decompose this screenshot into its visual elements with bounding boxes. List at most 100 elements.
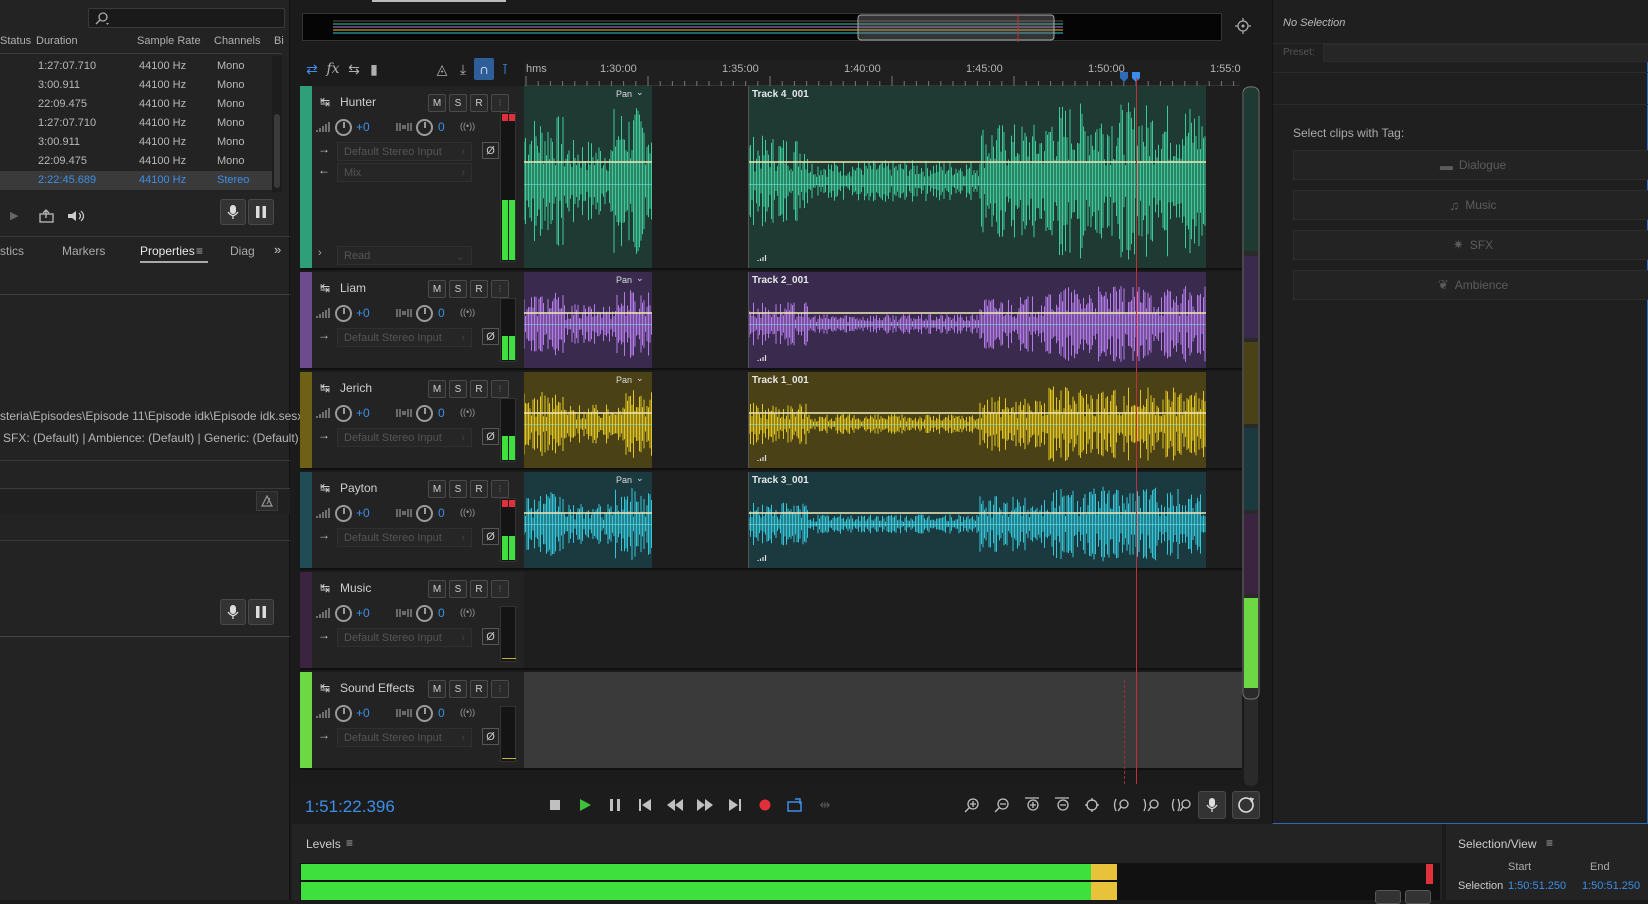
pan-envelope[interactable] — [749, 184, 1206, 185]
loop-playback-button[interactable] — [783, 795, 807, 815]
input-select[interactable]: Default Stereo Input › — [337, 328, 472, 347]
playhead-snap-icon[interactable]: ⊺ — [495, 58, 515, 80]
automation-mode-select[interactable]: Read ⌄ — [337, 246, 472, 265]
punch-loop-button[interactable] — [1232, 791, 1260, 819]
record-arm-button[interactable]: R — [470, 480, 488, 498]
zoom-in-amplitude-button[interactable] — [960, 795, 984, 815]
pause-button-2[interactable] — [248, 599, 274, 625]
tab-markers[interactable]: Markers — [62, 244, 105, 258]
track-name[interactable]: Music — [340, 581, 371, 595]
tab-statistics[interactable]: stics — [0, 244, 24, 258]
input-monitor-button[interactable]: ⁝ — [491, 94, 509, 112]
col-sample-rate[interactable]: Sample Rate — [137, 35, 201, 51]
zoom-in-time-button[interactable] — [1020, 795, 1044, 815]
pan-envelope[interactable] — [749, 324, 1206, 325]
pan-envelope[interactable] — [749, 524, 1206, 525]
zoom-out-point-button[interactable] — [1140, 795, 1164, 815]
volume-knob[interactable] — [335, 405, 352, 422]
track-header[interactable]: ↹ Music M S R ⁝ +0 0 ((•)) → Default Ste… — [300, 572, 524, 668]
mute-button[interactable]: M — [428, 480, 446, 498]
file-row[interactable]: 3:00.911 44100 Hz Mono — [0, 76, 272, 95]
volume-envelope[interactable] — [524, 412, 652, 414]
zoom-selection-button[interactable] — [1170, 795, 1194, 815]
input-monitor-button[interactable]: ⁝ — [491, 480, 509, 498]
audio-clip[interactable]: Track 1_001 — [748, 372, 1206, 468]
pan-value[interactable]: 0 — [438, 406, 445, 420]
pan-envelope[interactable] — [524, 184, 652, 185]
solo-button[interactable]: S — [449, 680, 467, 698]
record-arm-button[interactable]: R — [470, 280, 488, 298]
stereo-width-icon[interactable]: ((•)) — [460, 607, 475, 617]
play-file-icon[interactable]: ▶ — [10, 209, 18, 222]
levels-loop-button[interactable] — [1405, 890, 1431, 904]
track-lane[interactable]: Pan ⌄ Track 3_001 — [524, 472, 1242, 568]
preset-dropdown[interactable] — [1323, 44, 1648, 62]
pan-knob[interactable] — [416, 405, 433, 422]
audio-clip[interactable]: Pan ⌄ — [524, 86, 652, 268]
track-lane[interactable]: Pan ⌄ Track 2_001 — [524, 272, 1242, 368]
track-header[interactable]: ↹ Payton M S R ⁝ +0 0 ((•)) → Default St… — [300, 472, 524, 568]
solo-button[interactable]: S — [449, 580, 467, 598]
timeline-ruler[interactable]: hms 1:30:00 1:35:00 1:40:00 1:45:00 1:50… — [524, 60, 1241, 86]
more-tabs-icon[interactable]: » — [274, 242, 281, 257]
track-name[interactable]: Payton — [340, 481, 377, 495]
pan-envelope[interactable] — [749, 424, 1206, 425]
col-duration[interactable]: Duration — [36, 35, 78, 51]
input-select[interactable]: Default Stereo Input › — [337, 728, 472, 747]
current-time-display[interactable]: 1:51:22.396 — [305, 797, 395, 817]
track-lane[interactable] — [524, 672, 1242, 768]
go-to-end-button[interactable] — [723, 795, 747, 815]
phase-invert-button[interactable]: Ø — [482, 628, 499, 645]
pan-knob[interactable] — [416, 119, 433, 136]
clip-menu-icon[interactable]: ⌄ — [636, 273, 644, 284]
output-select[interactable]: Mix › — [337, 163, 472, 182]
zoom-out-amplitude-button[interactable] — [990, 795, 1014, 815]
volume-envelope[interactable] — [749, 512, 1206, 514]
input-select[interactable]: Default Stereo Input › — [337, 528, 472, 547]
pan-value[interactable]: 0 — [438, 120, 445, 134]
levels-menu-icon[interactable]: ≡ — [346, 836, 353, 850]
record-mic-button[interactable] — [1198, 791, 1226, 819]
selection-start-value[interactable]: 1:50:51.250 — [1508, 880, 1566, 892]
phase-invert-button[interactable]: Ø — [482, 428, 499, 445]
input-monitor-button[interactable]: ⁝ — [491, 380, 509, 398]
volume-envelope[interactable] — [749, 412, 1206, 414]
expand-automation-icon[interactable]: › — [318, 247, 322, 259]
ambience-tag-button[interactable]: ❦ Ambience — [1293, 270, 1648, 300]
solo-button[interactable]: S — [449, 94, 467, 112]
record-button[interactable] — [753, 795, 777, 815]
volume-knob[interactable] — [335, 119, 352, 136]
volume-value[interactable]: +0 — [356, 306, 370, 320]
metronome-button[interactable] — [256, 491, 278, 511]
audio-clip[interactable]: Pan ⌄ — [524, 272, 652, 368]
file-row[interactable]: 2:22:45.689 44100 Hz Stereo — [0, 171, 272, 190]
pan-value[interactable]: 0 — [438, 506, 445, 520]
fx-icon[interactable]: fx — [323, 58, 343, 80]
volume-knob[interactable] — [335, 305, 352, 322]
pause-transport-button[interactable] — [603, 795, 627, 815]
clip-menu-icon[interactable]: ⌄ — [636, 473, 644, 484]
pan-knob[interactable] — [416, 705, 433, 722]
input-monitor-icon[interactable]: ⤓ — [453, 58, 473, 80]
mute-button[interactable]: M — [428, 280, 446, 298]
input-select[interactable]: Default Stereo Input › — [337, 628, 472, 647]
files-scrollbar[interactable] — [272, 56, 282, 192]
volume-envelope[interactable] — [524, 312, 652, 314]
zoom-out-time-button[interactable] — [1050, 795, 1074, 815]
solo-button[interactable]: S — [449, 380, 467, 398]
pan-value[interactable]: 0 — [438, 306, 445, 320]
pan-envelope[interactable] — [524, 324, 652, 325]
volume-envelope[interactable] — [749, 161, 1206, 163]
audio-clip[interactable]: Track 2_001 — [748, 272, 1206, 368]
tab-diagnostics[interactable]: Diag — [230, 244, 255, 258]
properties-menu-icon[interactable]: ≡ — [196, 244, 203, 258]
clip-menu-icon[interactable]: ⌄ — [636, 373, 644, 384]
track-lane[interactable] — [524, 572, 1242, 668]
files-search-input[interactable] — [88, 8, 285, 28]
audio-clip[interactable]: Pan ⌄ — [524, 472, 652, 568]
track-name[interactable]: Hunter — [340, 95, 376, 109]
input-select[interactable]: Default Stereo Input › — [337, 142, 472, 161]
record-arm-button[interactable]: R — [470, 680, 488, 698]
mute-button[interactable]: M — [428, 380, 446, 398]
clip-menu-icon[interactable]: ⌄ — [636, 87, 644, 98]
